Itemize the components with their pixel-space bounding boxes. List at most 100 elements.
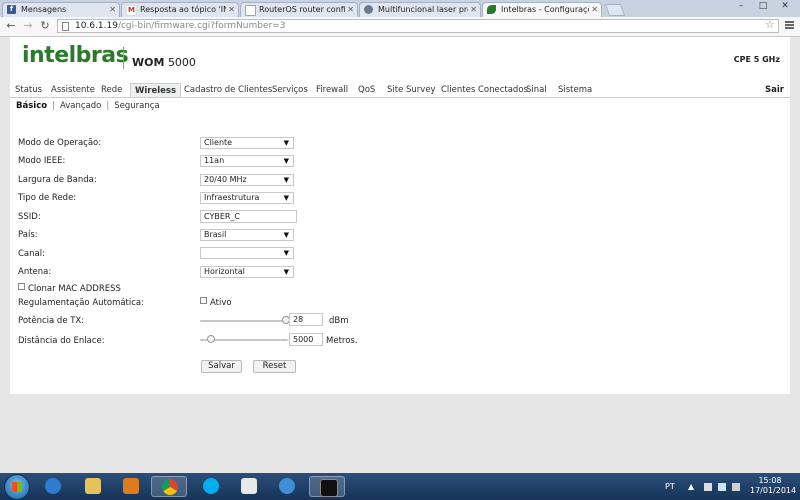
browser-tab[interactable]: RouterOS router configura ✕ (240, 2, 358, 17)
taskbar-document-button[interactable] (231, 476, 267, 497)
back-arrow-icon[interactable]: ← (4, 19, 18, 33)
largura-banda-select[interactable]: 20/40 MHz ▼ (200, 174, 294, 186)
clock-time: 15:08 (758, 476, 782, 485)
menu-item-qos[interactable]: QoS (354, 83, 379, 97)
browser-tab[interactable]: Multifuncional laser pro M ✕ (359, 2, 481, 17)
menu-item-status[interactable]: Status (11, 83, 46, 97)
flag-icon[interactable] (704, 483, 712, 491)
browser-tab[interactable]: M Resposta ao tópico 'INTEL ✕ (121, 2, 239, 17)
potencia-tx-input[interactable]: 28 (289, 313, 323, 326)
dropdown-arrow-icon: ▼ (283, 268, 289, 276)
new-tab-button[interactable] (604, 4, 626, 16)
submenu-seguranca[interactable]: Segurança (114, 101, 159, 111)
network-icon[interactable] (718, 483, 726, 491)
select-value: Cliente (204, 138, 233, 147)
facebook-icon: f (7, 5, 16, 14)
maximize-icon[interactable]: □ (752, 0, 774, 14)
close-tab-icon[interactable]: ✕ (347, 3, 354, 16)
logout-link[interactable]: Sair (765, 83, 784, 97)
largura-banda-label: Largura de Banda: (18, 175, 97, 185)
close-tab-icon[interactable]: ✕ (470, 3, 477, 16)
close-tab-icon[interactable]: ✕ (591, 3, 598, 16)
clock[interactable]: 15:08 17/01/2014 (750, 476, 796, 496)
reset-button[interactable]: Reset (253, 360, 296, 373)
clonar-mac-checkbox[interactable] (18, 283, 25, 290)
potencia-tx-slider-track[interactable] (200, 320, 288, 322)
media-player-icon (123, 478, 139, 494)
submenu-divider: | (106, 101, 110, 111)
command-prompt-icon (320, 479, 338, 497)
tipo-rede-label: Tipo de Rede: (18, 193, 77, 203)
menu-item-clientes-conectados[interactable]: Clientes Conectados (437, 83, 532, 97)
select-value: Horizontal (204, 267, 245, 276)
url-path: /cgi-bin/firmware.cgi?formNumber=3 (117, 21, 286, 31)
ssid-input[interactable]: CYBER_C (200, 210, 297, 223)
band-label: CPE 5 GHz (733, 55, 780, 64)
forward-arrow-icon[interactable]: → (21, 19, 35, 33)
start-button[interactable] (4, 474, 30, 500)
content-panel: intelbras WOM 5000 CPE 5 GHz Status Assi… (10, 37, 790, 394)
canal-label: Canal: (18, 249, 45, 259)
close-tab-icon[interactable]: ✕ (228, 3, 235, 16)
menu-item-sistema[interactable]: Sistema (554, 83, 596, 97)
show-hidden-icons-icon[interactable]: ▲ (688, 483, 696, 491)
menu-item-sinal[interactable]: Sinal (522, 83, 551, 97)
taskbar-ie-button[interactable] (35, 476, 71, 497)
close-window-icon[interactable]: ✕ (774, 0, 796, 14)
bookmark-star-icon[interactable]: ☆ (765, 18, 775, 31)
taskbar-app-button[interactable] (269, 476, 305, 497)
antena-select[interactable]: Horizontal ▼ (200, 266, 294, 278)
tab-label: RouterOS router configura (259, 5, 345, 14)
language-indicator[interactable]: PT (665, 482, 675, 491)
taskbar-chrome-button[interactable] (151, 476, 187, 497)
distancia-enlace-input[interactable]: 5000 (289, 333, 323, 346)
save-button[interactable]: Salvar (201, 360, 242, 373)
globe-icon (364, 5, 373, 14)
select-value: Infraestrutura (204, 193, 260, 202)
browser-toolbar: ← → ↻ 10.6.1.19/cgi-bin/firmware.cgi?for… (0, 17, 800, 37)
taskbar-media-button[interactable] (113, 476, 149, 497)
taskbar-cmd-button[interactable] (309, 476, 345, 497)
minimize-icon[interactable]: – (730, 0, 752, 14)
modo-ieee-label: Modo IEEE: (18, 156, 66, 166)
pais-select[interactable]: Brasil ▼ (200, 229, 294, 241)
dropdown-arrow-icon: ▼ (283, 249, 289, 257)
menu-item-firewall[interactable]: Firewall (312, 83, 352, 97)
taskbar-explorer-button[interactable] (75, 476, 111, 497)
menu-icon[interactable] (785, 21, 794, 30)
windows-logo-icon (12, 482, 22, 492)
page-icon (62, 22, 69, 31)
submenu-basico[interactable]: Básico (16, 101, 47, 111)
address-bar[interactable]: 10.6.1.19/cgi-bin/firmware.cgi?formNumbe… (57, 19, 779, 33)
chrome-icon (162, 479, 178, 495)
ssid-label: SSID: (18, 212, 41, 222)
browser-tab-active[interactable]: Intelbras - Configurações ✕ (482, 2, 602, 17)
menu-item-cadastro-clientes[interactable]: Cadastro de Clientes (180, 83, 276, 97)
menu-item-wireless[interactable]: Wireless (130, 83, 182, 97)
windows-taskbar: PT ▲ 15:08 17/01/2014 (0, 473, 800, 500)
modo-operacao-select[interactable]: Cliente ▼ (200, 137, 294, 149)
modo-ieee-select[interactable]: 11an ▼ (200, 155, 294, 167)
logo-divider (123, 47, 124, 69)
skype-icon (203, 478, 219, 494)
menu-item-servicos[interactable]: Serviços (268, 83, 312, 97)
submenu-divider: | (52, 101, 55, 111)
submenu-avancado[interactable]: Avançado (60, 101, 101, 111)
volume-icon[interactable] (732, 483, 740, 491)
menu-item-assistente[interactable]: Assistente (47, 83, 99, 97)
browser-tab[interactable]: f Mensagens ✕ (2, 2, 120, 17)
menu-item-rede[interactable]: Rede (97, 83, 126, 97)
menu-item-site-survey[interactable]: Site Survey (383, 83, 440, 97)
page-viewport: intelbras WOM 5000 CPE 5 GHz Status Assi… (0, 37, 800, 472)
device-model: WOM 5000 (132, 56, 196, 69)
select-value: Brasil (204, 230, 227, 239)
distancia-enlace-slider-thumb[interactable] (206, 335, 215, 343)
tipo-rede-select[interactable]: Infraestrutura ▼ (200, 192, 294, 204)
close-tab-icon[interactable]: ✕ (109, 3, 116, 16)
regulamentacao-checkbox[interactable] (200, 297, 207, 304)
canal-select[interactable]: ▼ (200, 247, 294, 259)
taskbar-skype-button[interactable] (193, 476, 229, 497)
distancia-enlace-label: Distância do Enlace: (18, 336, 105, 346)
dropdown-arrow-icon: ▼ (283, 176, 289, 184)
reload-icon[interactable]: ↻ (38, 19, 52, 33)
